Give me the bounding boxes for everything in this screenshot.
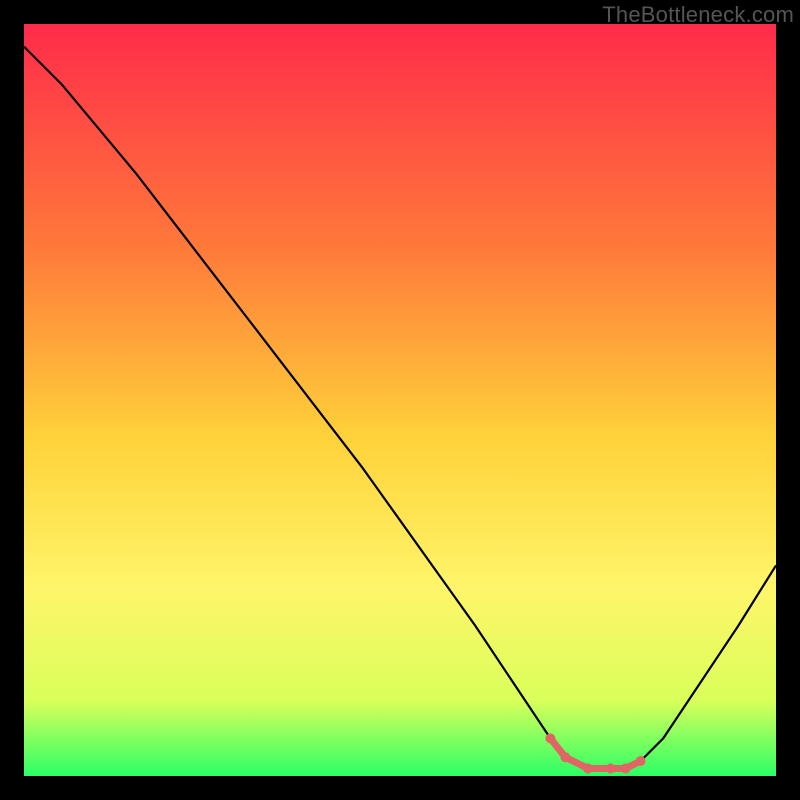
gradient-rect — [24, 24, 776, 776]
chart-frame — [24, 24, 776, 776]
optimal-point — [545, 733, 555, 743]
optimal-point — [560, 752, 570, 762]
bottleneck-chart — [24, 24, 776, 776]
optimal-point — [606, 764, 616, 774]
optimal-point — [621, 764, 631, 774]
optimal-point — [636, 756, 646, 766]
optimal-point — [583, 764, 593, 774]
